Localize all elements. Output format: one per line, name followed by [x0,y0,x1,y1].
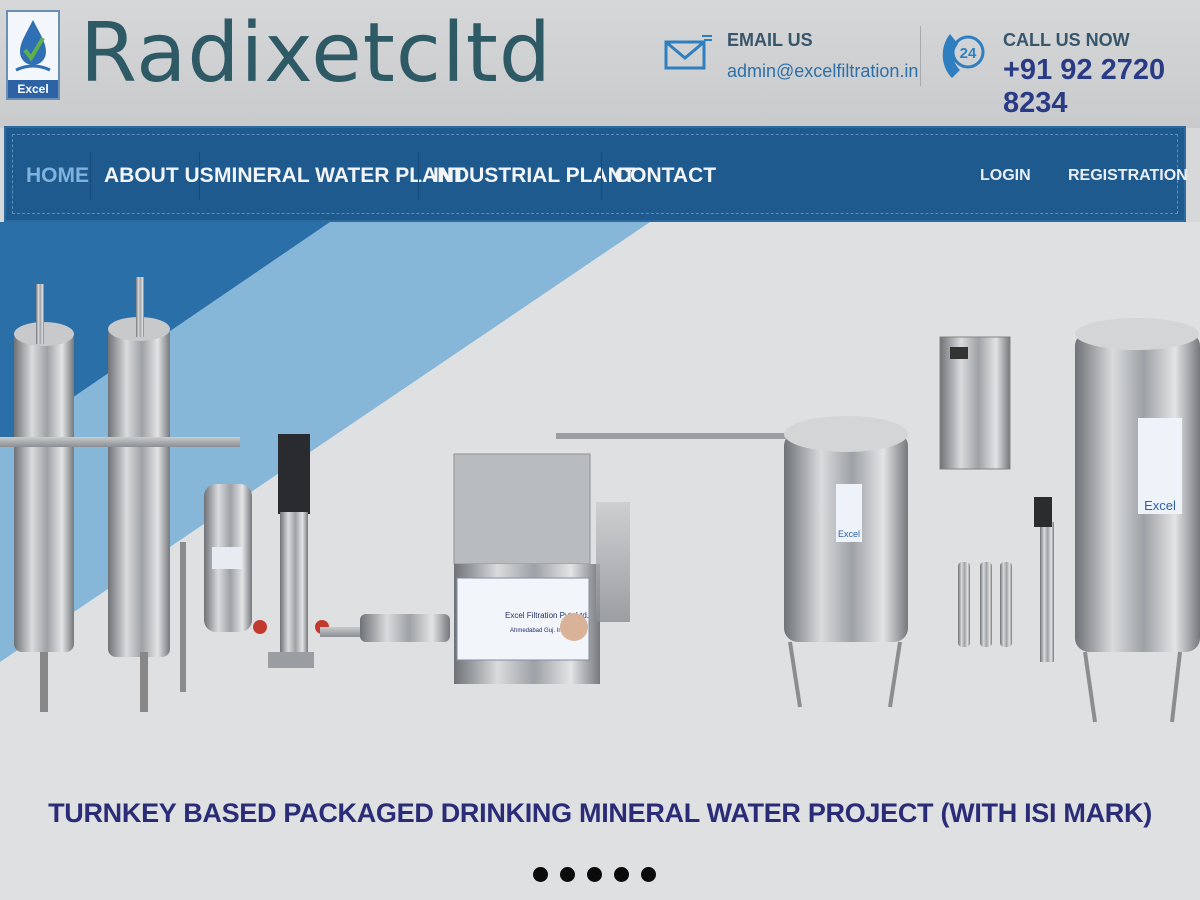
slider-dot-4[interactable] [614,867,629,882]
water-drop-logo-icon [15,20,51,72]
nav-about-us[interactable]: ABOUT US [104,160,214,192]
slider-dot-2[interactable] [560,867,575,882]
hero-slider[interactable]: Excel Filtration Pvt. Ltd. Ahmedabad Guj… [0,222,1200,900]
site-header: Excel Radixetcltd EMAIL US admin@excelfi… [0,0,1200,128]
slide-caption: TURNKEY BASED PACKAGED DRINKING MINERAL … [48,798,1152,828]
brand-name[interactable]: Radixetcltd [80,4,552,104]
email-link[interactable]: admin@excelfiltration.in [727,61,918,82]
slider-dot-5[interactable] [641,867,656,882]
registration-link[interactable]: REGISTRATION [1068,162,1188,190]
nav-mineral-water-plant[interactable]: MINERAL WATER PLANT [214,160,465,192]
phone-badge-text: 24 [960,45,977,62]
header-divider [920,26,921,86]
nav-contact[interactable]: CONTACT [615,160,716,192]
nav-divider [601,152,602,200]
tank-label-text: Excel [1144,498,1176,513]
nav-divider [90,152,91,200]
site-logo[interactable]: Excel [6,10,60,100]
phone-label: CALL US NOW [1003,30,1130,50]
login-link[interactable]: LOGIN [980,162,1031,190]
nav-divider [418,152,419,200]
slider-dot-3[interactable] [587,867,602,882]
nav-home[interactable]: HOME [26,160,89,192]
phone-24h-icon: 24 [942,34,985,78]
main-navigation: HOME ABOUT US MINERAL WATER PLANT INDUST… [4,126,1188,222]
envelope-icon [664,35,712,70]
email-label: EMAIL US [727,30,813,50]
tank-label-text: Excel [838,529,860,539]
nav-industrial-plant[interactable]: INDUSTRIAL PLANT [433,160,636,192]
slider-dot-1[interactable] [533,867,548,882]
logo-caption: Excel [8,80,58,98]
nav-divider [199,152,200,200]
phone-number[interactable]: +91 92 2720 8234 [1003,54,1200,120]
